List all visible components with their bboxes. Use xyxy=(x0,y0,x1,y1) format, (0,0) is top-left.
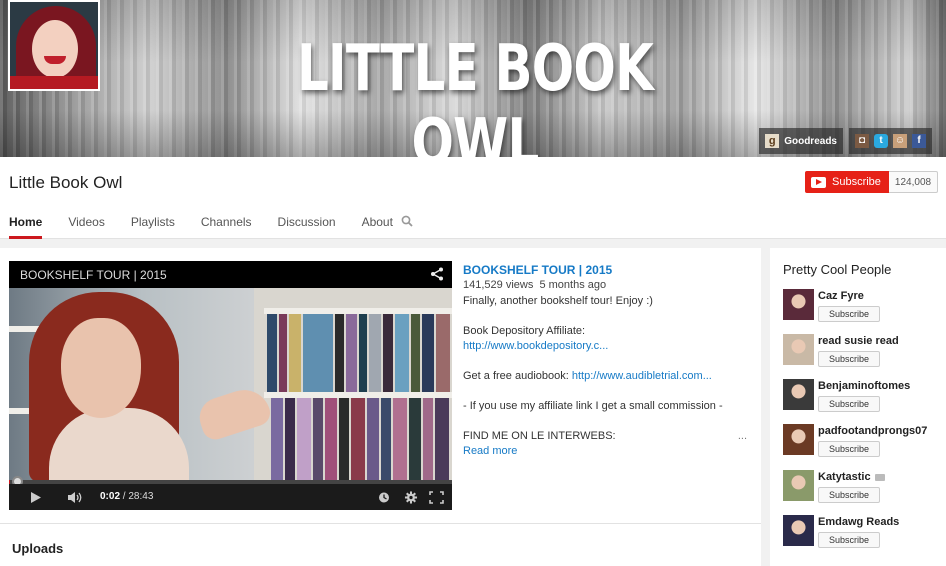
tab-about[interactable]: About xyxy=(362,215,393,239)
volume-icon[interactable] xyxy=(67,491,84,504)
affiliate-label: Book Depository Affiliate: xyxy=(463,325,586,337)
video-description: BOOKSHELF TOUR | 2015 141,529 views 5 mo… xyxy=(463,263,753,459)
video-stats: 141,529 views 5 months ago xyxy=(463,278,753,293)
tab-home[interactable]: Home xyxy=(9,215,43,239)
upload-age: 5 months ago xyxy=(539,279,607,291)
banner-links: g Goodreads ◘ t ☺ f xyxy=(759,128,932,154)
subscribe-label: Subscribe xyxy=(832,176,881,188)
find-me-line: FIND ME ON LE INTERWEBS: ... xyxy=(463,429,753,444)
audiobook-label: Get a free audiobook: xyxy=(463,370,572,382)
subscribe-button[interactable]: Subscribe xyxy=(818,441,880,457)
youtube-icon xyxy=(811,176,826,188)
goodreads-icon: g xyxy=(765,134,780,148)
read-more-link[interactable]: Read more xyxy=(463,445,517,457)
channel-name: Little Book Owl xyxy=(9,173,123,192)
video-title[interactable]: BOOKSHELF TOUR | 2015 xyxy=(20,268,167,282)
channel-link[interactable]: Benjaminoftomes xyxy=(818,380,910,392)
instagram-icon[interactable]: ◘ xyxy=(855,134,869,148)
time-display: 0:02 / 28:43 xyxy=(100,491,154,502)
twitter-icon[interactable]: t xyxy=(874,134,888,148)
channel-tabs: Home Videos Playlists Channels Discussio… xyxy=(9,215,419,239)
avatar[interactable] xyxy=(783,424,814,455)
play-icon[interactable] xyxy=(29,491,42,504)
channel-avatar[interactable] xyxy=(8,0,100,91)
subscribe-button[interactable]: Subscribe xyxy=(818,306,880,322)
player-controls: 0:02 / 28:43 xyxy=(9,484,452,510)
goodreads-label: Goodreads xyxy=(784,135,837,147)
description-line: Finally, another bookshelf tour! Enjoy :… xyxy=(463,295,653,307)
tab-discussion[interactable]: Discussion xyxy=(278,215,336,239)
avatar[interactable] xyxy=(783,379,814,410)
commission-note: - If you use my affiliate link I get a s… xyxy=(463,400,723,412)
avatar[interactable] xyxy=(783,515,814,546)
video-frame xyxy=(9,288,452,488)
description-title[interactable]: BOOKSHELF TOUR | 2015 xyxy=(463,263,753,278)
featured-channel: Caz Fyre Subscribe xyxy=(783,289,943,331)
audiobook-link[interactable]: http://www.audibletrial.com... xyxy=(572,370,712,382)
search-icon[interactable] xyxy=(401,215,413,227)
channel-link[interactable]: padfootandprongs07 xyxy=(818,425,927,437)
facebook-icon[interactable]: f xyxy=(912,134,926,148)
view-count: 141,529 views xyxy=(463,279,534,291)
featured-channels-sidebar: Pretty Cool People Caz Fyre Subscribe re… xyxy=(770,248,946,566)
tumblr-icon[interactable]: ☺ xyxy=(893,134,907,148)
channel-link[interactable]: Katytastic xyxy=(818,471,885,483)
subscribe-button[interactable]: Subscribe xyxy=(805,171,889,193)
avatar[interactable] xyxy=(783,334,814,365)
subscribe-button[interactable]: Subscribe xyxy=(818,351,880,367)
featured-channel: padfootandprongs07 Subscribe xyxy=(783,424,943,466)
featured-channel: Katytastic Subscribe xyxy=(783,470,943,512)
social-links: ◘ t ☺ f xyxy=(849,128,932,154)
subscriber-count: 124,008 xyxy=(888,171,939,193)
share-icon[interactable] xyxy=(430,267,444,281)
banner-title: LITTLE BOOK OWL xyxy=(297,32,654,157)
channel-link[interactable]: read susie read xyxy=(818,335,899,347)
subscribe-button[interactable]: Subscribe xyxy=(818,487,880,503)
goodreads-link[interactable]: g Goodreads xyxy=(759,128,843,154)
channel-header: Little Book Owl Subscribe 124,008 Home V… xyxy=(0,157,946,239)
featured-section: BOOKSHELF TOUR | 2015 0:02 / 28:43 BOOKS… xyxy=(0,248,761,566)
avatar[interactable] xyxy=(783,289,814,320)
tab-videos[interactable]: Videos xyxy=(68,215,104,239)
subscribe-button[interactable]: Subscribe xyxy=(818,396,880,412)
fullscreen-icon[interactable] xyxy=(429,491,444,504)
section-divider xyxy=(0,523,761,524)
settings-gear-icon[interactable] xyxy=(404,491,418,504)
tab-playlists[interactable]: Playlists xyxy=(131,215,175,239)
video-player[interactable]: BOOKSHELF TOUR | 2015 0:02 / 28:43 xyxy=(9,261,452,510)
audiobook-line: Get a free audiobook: http://www.audible… xyxy=(463,369,753,384)
uploads-heading[interactable]: Uploads xyxy=(12,541,63,556)
featured-channel: Emdawg Reads Subscribe xyxy=(783,515,943,557)
verified-icon xyxy=(874,473,885,481)
sidebar-title: Pretty Cool People xyxy=(783,262,892,277)
featured-channel: read susie read Subscribe xyxy=(783,334,943,376)
subscribe-widget: Subscribe 124,008 xyxy=(805,171,939,193)
time-current: 0:02 xyxy=(100,491,121,502)
featured-channel: Benjaminoftomes Subscribe xyxy=(783,379,943,421)
find-me-text: FIND ME ON LE INTERWEBS: xyxy=(463,430,616,442)
watch-later-icon[interactable] xyxy=(378,491,390,504)
avatar[interactable] xyxy=(783,470,814,501)
time-total: 28:43 xyxy=(128,491,154,502)
channel-link[interactable]: Emdawg Reads xyxy=(818,516,899,528)
channel-link[interactable]: Caz Fyre xyxy=(818,290,864,302)
more-ellipsis: ... xyxy=(737,430,747,442)
affiliate-link[interactable]: http://www.bookdepository.c... xyxy=(463,340,608,352)
tab-channels[interactable]: Channels xyxy=(201,215,252,239)
subscribe-button[interactable]: Subscribe xyxy=(818,532,880,548)
